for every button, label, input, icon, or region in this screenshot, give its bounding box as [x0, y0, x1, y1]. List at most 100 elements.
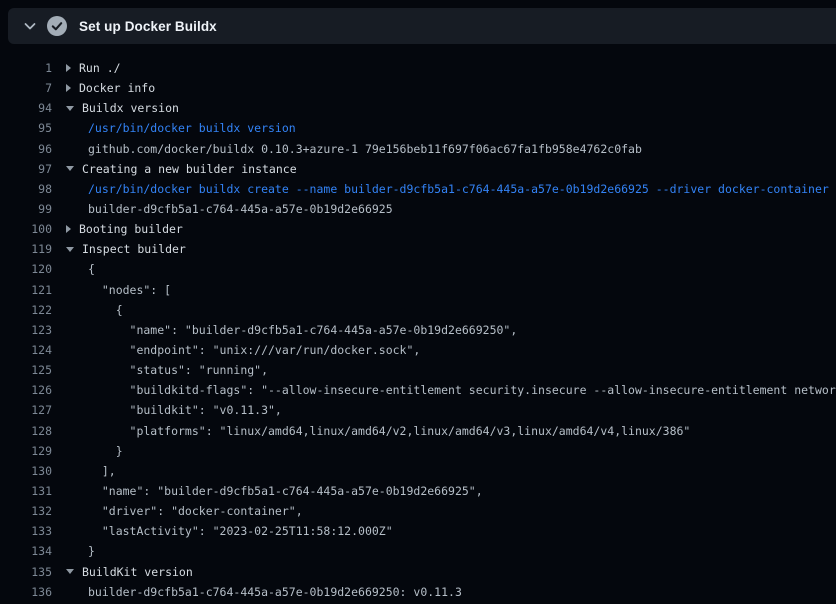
line-number[interactable]: 123	[0, 323, 52, 337]
collapse-icon[interactable]	[66, 569, 74, 574]
log-line: 97 Creating a new builder instance	[0, 159, 836, 179]
log-text: }	[88, 544, 95, 558]
output-text: }	[88, 544, 95, 558]
log-text: "name": "builder-d9cfb5a1-c764-445a-a57e…	[88, 323, 517, 337]
line-number[interactable]: 133	[0, 524, 52, 538]
line-number[interactable]: 99	[0, 202, 52, 216]
log-line: 94 Buildx version	[0, 98, 836, 118]
line-number[interactable]: 7	[0, 81, 52, 95]
output-text: ],	[88, 464, 116, 478]
group-title[interactable]: Inspect builder	[66, 242, 186, 256]
log-line: 127 "buildkit": "v0.11.3",	[0, 400, 836, 420]
log-text: "driver": "docker-container",	[88, 504, 303, 518]
line-number[interactable]: 134	[0, 544, 52, 558]
line-number[interactable]: 125	[0, 363, 52, 377]
log-text: }	[88, 444, 123, 458]
log-text: builder-d9cfb5a1-c764-445a-a57e-0b19d2e6…	[88, 585, 462, 599]
command-text: /usr/bin/docker buildx version	[88, 121, 296, 135]
log-text: "nodes": [	[88, 283, 171, 297]
log-text: Buildx version	[82, 101, 179, 115]
group-title[interactable]: Creating a new builder instance	[66, 162, 297, 176]
log-line: 120 {	[0, 259, 836, 279]
output-text: "driver": "docker-container",	[88, 504, 303, 518]
log-text: github.com/docker/buildx 0.10.3+azure-1 …	[88, 142, 642, 156]
line-number[interactable]: 136	[0, 585, 52, 599]
line-number[interactable]: 131	[0, 484, 52, 498]
log-text: "buildkit": "v0.11.3",	[88, 403, 282, 417]
output-text: "lastActivity": "2023-02-25T11:58:12.000…	[88, 524, 393, 538]
line-number[interactable]: 122	[0, 303, 52, 317]
log-text: "platforms": "linux/amd64,linux/amd64/v2…	[88, 424, 690, 438]
group-title[interactable]: Run ./	[66, 61, 121, 75]
log-text: "endpoint": "unix:///var/run/docker.sock…	[88, 343, 420, 357]
log-text: {	[88, 262, 95, 276]
log-text: Run ./	[79, 61, 121, 75]
log-line: 133 "lastActivity": "2023-02-25T11:58:12…	[0, 521, 836, 541]
log-viewer: 1 Run ./ 7 Docker info 94 Buildx version 95/us…	[0, 44, 836, 604]
expand-icon[interactable]	[66, 84, 71, 92]
group-title[interactable]: Buildx version	[66, 101, 179, 115]
log-text: Creating a new builder instance	[82, 162, 297, 176]
output-text: "name": "builder-d9cfb5a1-c764-445a-a57e…	[88, 484, 483, 498]
output-text: github.com/docker/buildx 0.10.3+azure-1 …	[88, 142, 642, 156]
output-text: "status": "running",	[88, 363, 268, 377]
log-line: 125 "status": "running",	[0, 360, 836, 380]
line-number[interactable]: 95	[0, 121, 52, 135]
line-number[interactable]: 132	[0, 504, 52, 518]
line-number[interactable]: 135	[0, 565, 52, 579]
line-number[interactable]: 100	[0, 222, 52, 236]
log-text: "lastActivity": "2023-02-25T11:58:12.000…	[88, 524, 393, 538]
log-line: 130 ],	[0, 461, 836, 481]
group-title[interactable]: BuildKit version	[66, 565, 193, 579]
line-number[interactable]: 129	[0, 444, 52, 458]
line-number[interactable]: 96	[0, 142, 52, 156]
log-text: BuildKit version	[82, 565, 193, 579]
group-title[interactable]: Booting builder	[66, 222, 183, 236]
collapse-icon[interactable]	[66, 247, 74, 252]
log-text: Booting builder	[79, 222, 183, 236]
line-number[interactable]: 127	[0, 403, 52, 417]
line-number[interactable]: 1	[0, 61, 52, 75]
expand-icon[interactable]	[66, 225, 71, 233]
step-header[interactable]: Set up Docker Buildx	[8, 8, 836, 44]
line-number[interactable]: 124	[0, 343, 52, 357]
chevron-down-icon[interactable]	[22, 18, 38, 34]
output-text: builder-d9cfb5a1-c764-445a-a57e-0b19d2e6…	[88, 585, 462, 599]
expand-icon[interactable]	[66, 64, 71, 72]
log-line: 129 }	[0, 441, 836, 461]
log-line: 122 {	[0, 300, 836, 320]
log-line: 123 "name": "builder-d9cfb5a1-c764-445a-…	[0, 320, 836, 340]
log-text: Inspect builder	[82, 242, 186, 256]
check-circle-icon	[47, 16, 67, 36]
output-text: "endpoint": "unix:///var/run/docker.sock…	[88, 343, 420, 357]
step-title: Set up Docker Buildx	[79, 19, 217, 34]
line-number[interactable]: 120	[0, 262, 52, 276]
log-line: 126 "buildkitd-flags": "--allow-insecure…	[0, 380, 836, 400]
output-text: {	[88, 303, 123, 317]
line-number[interactable]: 121	[0, 283, 52, 297]
log-line: 7 Docker info	[0, 78, 836, 98]
output-text: }	[88, 444, 123, 458]
log-text: "name": "builder-d9cfb5a1-c764-445a-a57e…	[88, 484, 483, 498]
line-number[interactable]: 128	[0, 424, 52, 438]
collapse-icon[interactable]	[66, 106, 74, 111]
log-text: "status": "running",	[88, 363, 268, 377]
log-text: {	[88, 303, 123, 317]
log-line: 124 "endpoint": "unix:///var/run/docker.…	[0, 340, 836, 360]
log-line: 100 Booting builder	[0, 219, 836, 239]
line-number[interactable]: 94	[0, 101, 52, 115]
line-number[interactable]: 97	[0, 162, 52, 176]
log-line: 131 "name": "builder-d9cfb5a1-c764-445a-…	[0, 481, 836, 501]
collapse-icon[interactable]	[66, 166, 74, 171]
output-text: "platforms": "linux/amd64,linux/amd64/v2…	[88, 424, 690, 438]
log-line: 134}	[0, 541, 836, 561]
line-number[interactable]: 130	[0, 464, 52, 478]
group-title[interactable]: Docker info	[66, 81, 155, 95]
line-number[interactable]: 98	[0, 182, 52, 196]
line-number[interactable]: 126	[0, 383, 52, 397]
log-line: 135 BuildKit version	[0, 562, 836, 582]
log-text: /usr/bin/docker buildx create --name bui…	[88, 182, 829, 196]
output-text: "buildkit": "v0.11.3",	[88, 403, 282, 417]
line-number[interactable]: 119	[0, 242, 52, 256]
log-line: 128 "platforms": "linux/amd64,linux/amd6…	[0, 421, 836, 441]
